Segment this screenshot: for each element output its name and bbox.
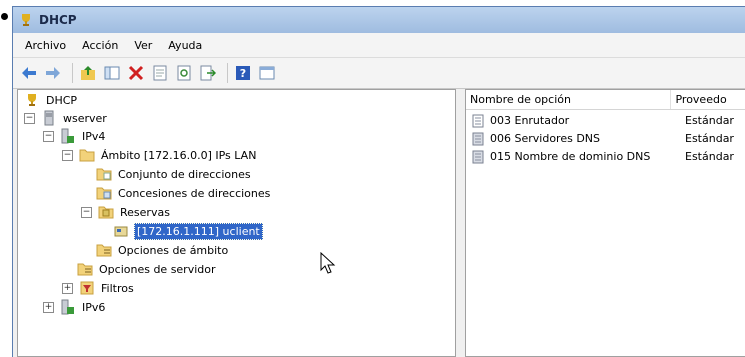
toolbar-separator [72, 63, 73, 83]
menu-bar: Archivo Acción Ver Ayuda [13, 33, 745, 58]
folder-leases-icon [96, 185, 112, 201]
dhcp-window: DHCP Archivo Acción Ver Ayuda ? DHCP − w… [12, 6, 745, 357]
menu-accion[interactable]: Acción [82, 39, 118, 52]
tree-label: IPv4 [82, 129, 106, 143]
delete-icon[interactable] [126, 63, 146, 83]
menu-ver[interactable]: Ver [134, 39, 152, 52]
list-bullet [1, 13, 8, 20]
tree-item-scope-options[interactable]: Opciones de ámbito [96, 241, 230, 259]
list-item[interactable]: 006 Servidores DNS Estándar [470, 130, 734, 147]
options-list-pane[interactable]: Nombre de opción Proveedo 003 Enrutador … [465, 89, 745, 357]
list-item[interactable]: 015 Nombre de dominio DNS Estándar [470, 148, 734, 165]
tree-label: Filtros [101, 281, 134, 295]
pane-splitter[interactable] [456, 89, 465, 357]
toolbar-separator [227, 63, 228, 83]
menu-archivo[interactable]: Archivo [25, 39, 66, 52]
tree-label: Concesiones de direcciones [118, 186, 271, 200]
collapse-toggle[interactable]: − [43, 130, 54, 142]
mouse-pointer-icon [320, 252, 336, 274]
folder-reservations-icon [98, 204, 114, 220]
tree-label: Opciones de ámbito [118, 243, 229, 257]
tree-item-ipv6[interactable]: + IPv6 [43, 298, 107, 316]
tree-item-reservations[interactable]: − Reservas [81, 203, 172, 221]
expand-toggle[interactable]: + [43, 301, 54, 313]
tree-item-reservation-uclient[interactable]: [172.16.1.111] uclient [114, 222, 263, 240]
option-icon [470, 113, 486, 129]
refresh-icon[interactable] [174, 63, 194, 83]
expand-toggle[interactable]: + [62, 282, 73, 294]
option-name: 015 Nombre de dominio DNS [490, 150, 651, 163]
tree-label: Reservas [120, 205, 170, 219]
tree-label: [172.16.1.111] uclient [134, 222, 263, 240]
tree-item-server-options[interactable]: Opciones de servidor [77, 260, 218, 278]
forward-icon[interactable] [43, 63, 63, 83]
option-vendor: Estándar [685, 150, 734, 163]
tree-item-ipv4[interactable]: − IPv4 [43, 127, 107, 145]
back-icon[interactable] [19, 63, 39, 83]
menu-ayuda[interactable]: Ayuda [168, 39, 202, 52]
title-bar: DHCP [13, 7, 745, 33]
option-vendor: Estándar [685, 114, 734, 127]
list-item[interactable]: 003 Enrutador Estándar [470, 112, 734, 129]
help-icon[interactable]: ? [233, 63, 253, 83]
console-icon[interactable] [257, 63, 277, 83]
export-icon[interactable] [198, 63, 218, 83]
dhcp-trophy-icon [24, 92, 40, 108]
properties-icon[interactable] [150, 63, 170, 83]
collapse-toggle[interactable]: − [81, 206, 92, 218]
svg-text:?: ? [240, 67, 246, 80]
up-folder-icon[interactable] [78, 63, 98, 83]
reservation-icon [114, 223, 130, 239]
option-name: 003 Enrutador [490, 114, 570, 127]
tree-item-address-leases[interactable]: Concesiones de direcciones [96, 184, 272, 202]
folder-options-icon [96, 242, 112, 258]
folder-icon [79, 147, 95, 163]
server-icon [41, 110, 57, 126]
collapse-toggle[interactable]: − [24, 112, 35, 124]
collapse-toggle[interactable]: − [62, 149, 73, 161]
tree-pane[interactable]: DHCP − wserver − IPv4 − Ámbito [172.16.0… [17, 89, 456, 357]
ipv4-icon [60, 128, 76, 144]
column-header-option-name[interactable]: Nombre de opción [466, 90, 672, 109]
folder-pool-icon [96, 166, 112, 182]
tree-item-dhcp[interactable]: DHCP [24, 91, 79, 109]
tree-item-filters[interactable]: + Filtros [62, 279, 136, 297]
tree-item-scope[interactable]: − Ámbito [172.16.0.0] IPs LAN [62, 146, 258, 164]
toolbar: ? [13, 58, 745, 89]
option-name: 006 Servidores DNS [490, 132, 600, 145]
column-header-vendor[interactable]: Proveedo [671, 90, 745, 109]
dhcp-trophy-icon [19, 13, 33, 27]
tree-item-server[interactable]: − wserver [24, 109, 109, 127]
list-header: Nombre de opción Proveedo [466, 90, 745, 110]
tree-label: DHCP [46, 93, 78, 107]
panes: DHCP − wserver − IPv4 − Ámbito [172.16.0… [17, 89, 745, 357]
option-icon [470, 131, 486, 147]
ipv6-icon [60, 299, 76, 315]
window-title: DHCP [39, 13, 77, 27]
show-tree-icon[interactable] [102, 63, 122, 83]
tree-label: Ámbito [172.16.0.0] IPs LAN [101, 148, 257, 162]
filter-icon [79, 280, 95, 296]
folder-options-icon [77, 261, 93, 277]
tree-label: Conjunto de direcciones [118, 167, 251, 181]
option-icon [470, 149, 486, 165]
option-vendor: Estándar [685, 132, 734, 145]
tree-label: wserver [63, 111, 107, 125]
tree-item-address-pool[interactable]: Conjunto de direcciones [96, 165, 253, 183]
tree-label: Opciones de servidor [99, 262, 216, 276]
tree-label: IPv6 [82, 300, 106, 314]
